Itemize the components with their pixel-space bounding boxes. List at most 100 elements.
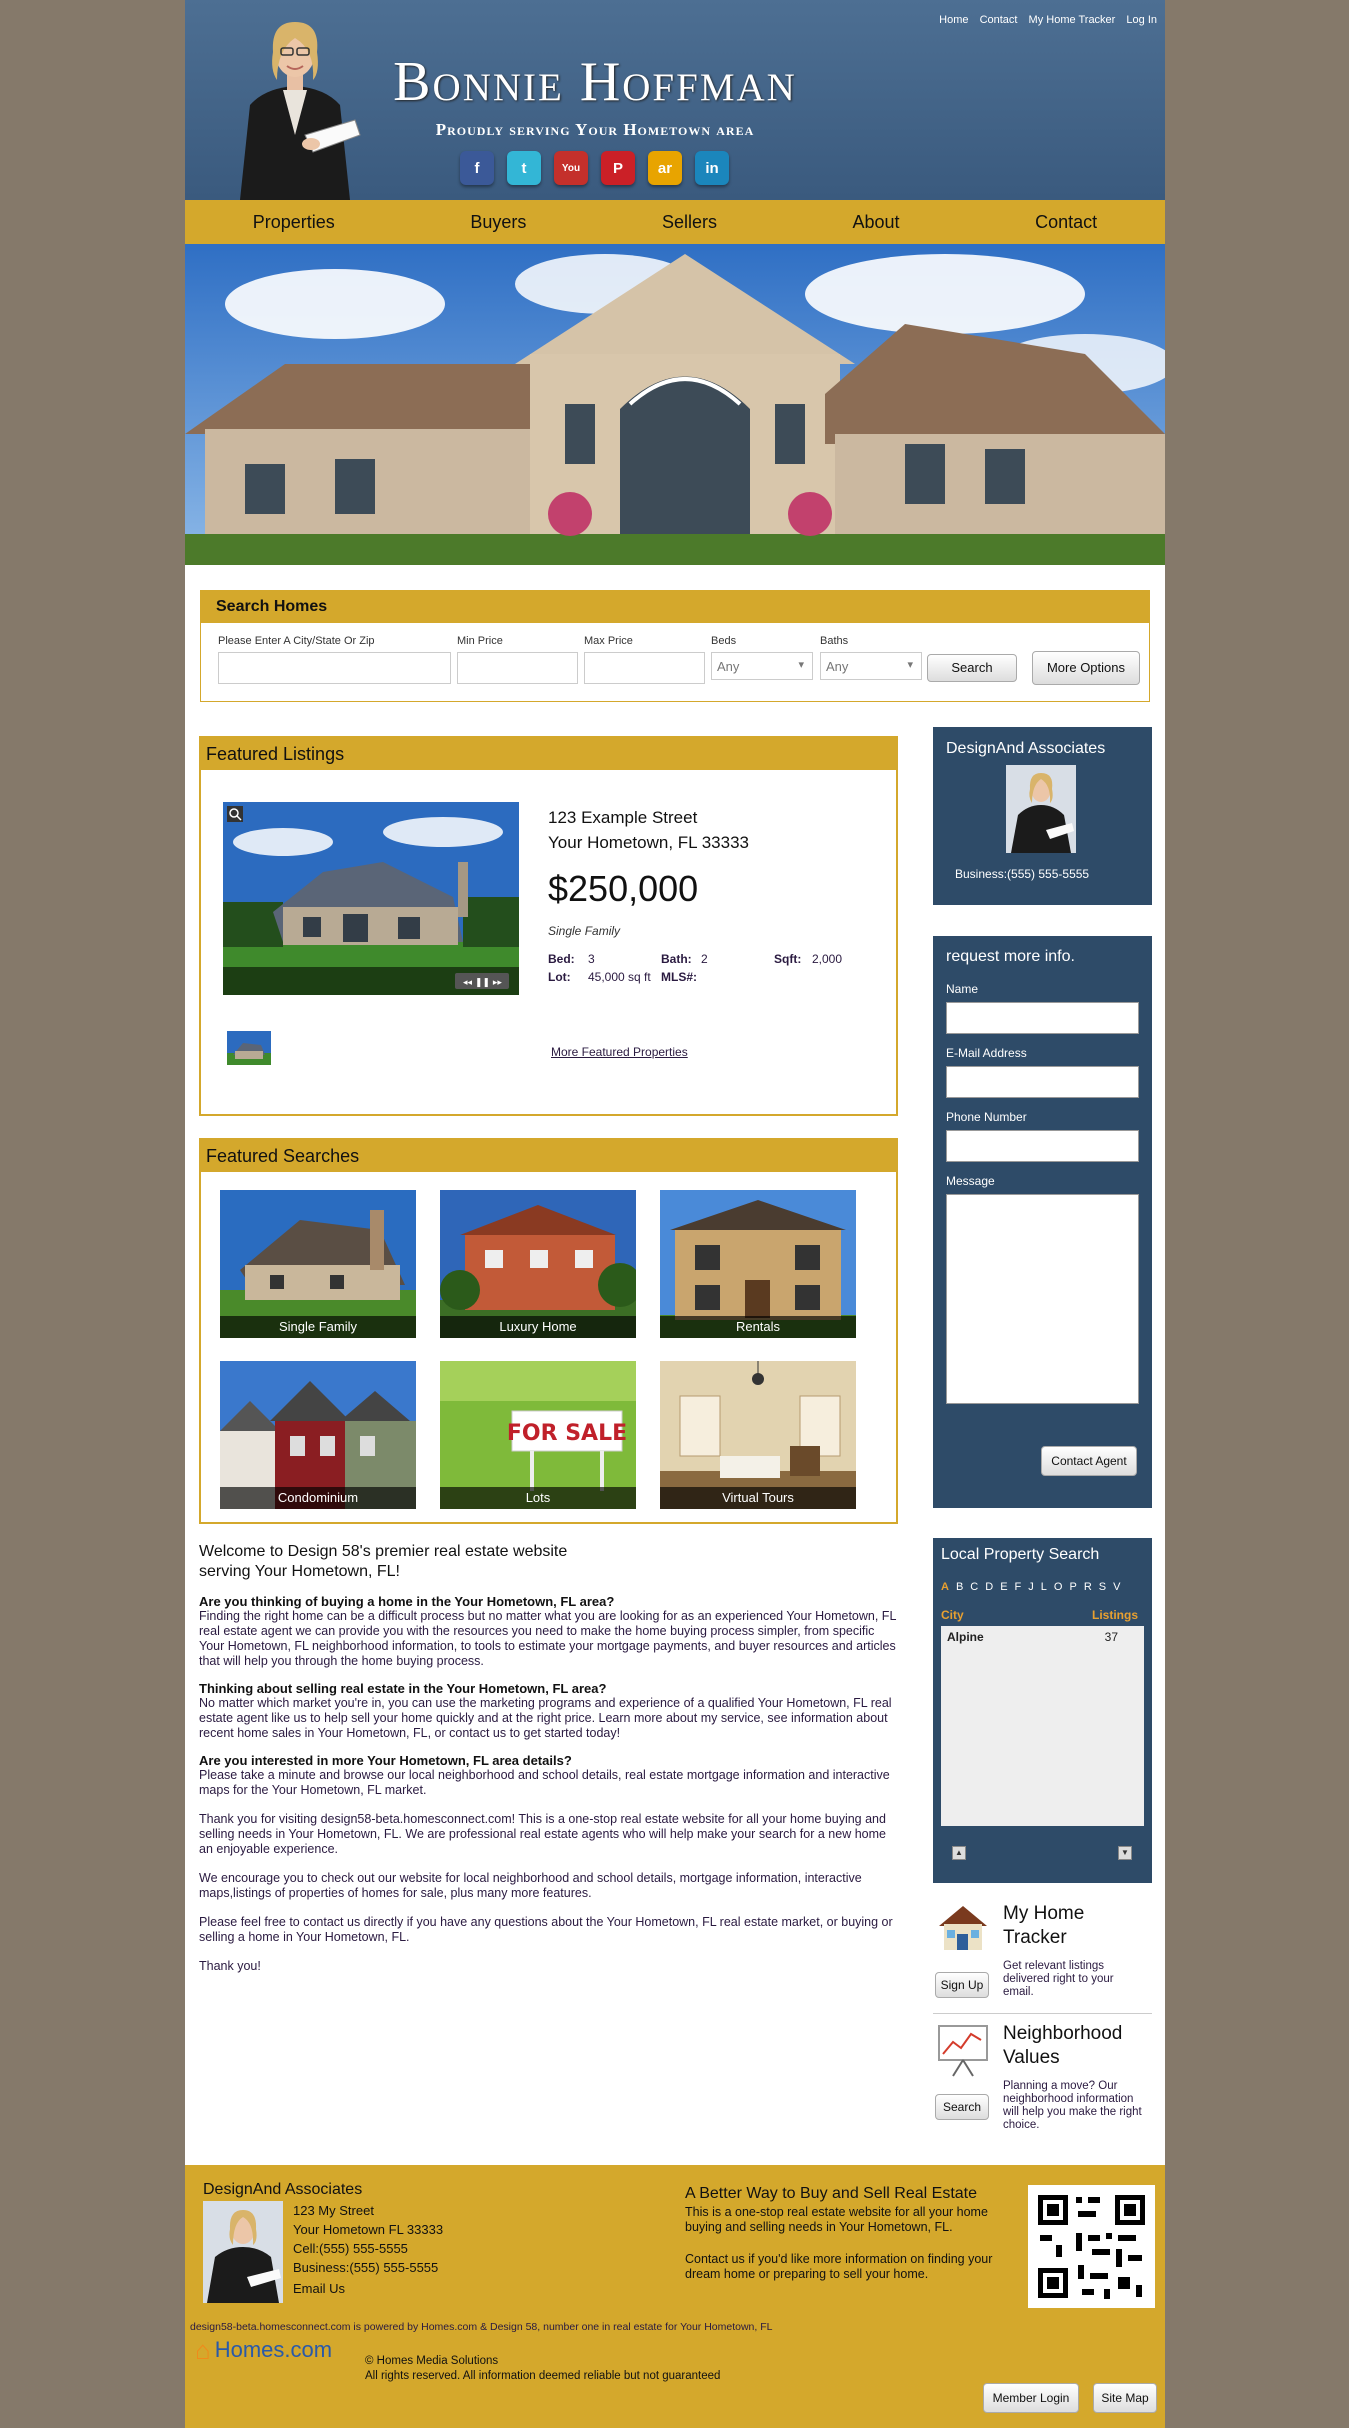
letter-s[interactable]: S (1099, 1581, 1106, 1593)
homes-com-logo[interactable]: ⌂ Homes.com (195, 2337, 332, 2363)
local-neighborhood-link[interactable]: local neighborhood (409, 1768, 515, 1782)
for-sale-sign: FOR SALE (507, 1421, 627, 1446)
search-tile-single-family[interactable]: Single Family (220, 1190, 416, 1338)
scroll-up-icon[interactable]: ▲ (952, 1846, 966, 1860)
activerain-icon[interactable]: ar (648, 151, 682, 185)
search-tile-virtual-tours[interactable]: Virtual Tours (660, 1361, 856, 1509)
member-login-button[interactable]: Member Login (983, 2383, 1079, 2413)
buyer-resources-link[interactable]: buyer resources and articles (739, 1639, 896, 1653)
search-tile-condominium[interactable]: Condominium (220, 1361, 416, 1509)
featured-listings-panel: Featured Listings ◂◂ ❚❚ ▸▸ 1 of 1 photos (199, 736, 898, 1116)
chart-easel-icon (938, 2025, 988, 2077)
letter-a[interactable]: A (941, 1581, 949, 1593)
footer-street: 123 My Street (293, 2203, 374, 2218)
search-tile-lots[interactable]: FOR SALE Lots (440, 1361, 636, 1509)
city-input[interactable] (218, 652, 451, 684)
mortgage-payments-link[interactable]: your mortgage payments (569, 1639, 707, 1653)
letter-l[interactable]: L (1041, 1581, 1047, 1593)
facebook-icon[interactable]: f (460, 151, 494, 185)
photo-count: 1 of 1 photos (229, 1003, 287, 1014)
letter-d[interactable]: D (985, 1581, 993, 1593)
svg-text:◂◂ ❚❚ ▸▸: ◂◂ ❚❚ ▸▸ (463, 978, 502, 988)
listing-photo[interactable]: ◂◂ ❚❚ ▸▸ (223, 802, 519, 995)
about-service-link[interactable]: about my service (666, 1711, 760, 1725)
copyright: © Homes Media Solutions (365, 2355, 499, 2367)
nav-sellers[interactable]: Sellers (662, 212, 717, 233)
featured-listings-title: Featured Listings (201, 738, 896, 770)
thank-you-paragraph: Thank you for visiting design58-beta.hom… (199, 1812, 886, 1856)
city-column-header: City (941, 1608, 964, 1622)
footer-para-2: Contact us if you'd like more informatio… (685, 2252, 993, 2281)
scroll-down-icon[interactable]: ▼ (1118, 1846, 1132, 1860)
youtube-icon[interactable]: You (554, 151, 588, 185)
letter-j[interactable]: J (1028, 1581, 1034, 1593)
letter-v[interactable]: V (1113, 1581, 1120, 1593)
search-tile-luxury-home[interactable]: Luxury Home (440, 1190, 642, 1338)
letter-e[interactable]: E (1000, 1581, 1007, 1593)
more-options-button[interactable]: More Options (1032, 651, 1140, 685)
max-price-input[interactable] (584, 652, 705, 684)
more-featured-link[interactable]: More Featured Properties (551, 1045, 688, 1059)
nav-contact[interactable]: Contact (1035, 212, 1097, 233)
buying-paragraph: Finding the right home can be a difficul… (199, 1609, 896, 1668)
linkedin-icon[interactable]: in (695, 151, 729, 185)
phone-input[interactable] (946, 1130, 1139, 1162)
footer-email-link[interactable]: Email Us (293, 2279, 443, 2298)
baths-select[interactable]: Any (820, 652, 922, 680)
local-search-title: Local Property Search (941, 1546, 1100, 1563)
site-title[interactable]: Bonnie Hoffman (350, 50, 840, 114)
real-estate-agents-link[interactable]: real estate agents (520, 1827, 619, 1841)
nav-buyers[interactable]: Buyers (470, 212, 526, 233)
letter-b[interactable]: B (956, 1581, 963, 1593)
site-map-button[interactable]: Site Map (1093, 2383, 1157, 2413)
homes-logo-icon: ⌂ (195, 2335, 211, 2365)
featured-searches-title: Featured Searches (201, 1140, 896, 1172)
name-input[interactable] (946, 1002, 1139, 1034)
list-item[interactable]: Alpine 37 (941, 1626, 1144, 1644)
footer-business: Business:(555) 555-5555 (293, 2260, 439, 2275)
nav-about[interactable]: About (853, 212, 900, 233)
search-homes-panel: Search Homes Please Enter A City/State O… (200, 590, 1150, 702)
contact-us-link[interactable]: contact us to get started today (449, 1726, 616, 1740)
letter-c[interactable]: C (970, 1581, 978, 1593)
letter-o[interactable]: O (1054, 1581, 1063, 1593)
footer-agent-photo (203, 2201, 283, 2303)
listing-address-2: Your Hometown, FL 33333 (548, 833, 749, 852)
letter-p[interactable]: P (1069, 1581, 1076, 1593)
neighborhood-search-button[interactable]: Search (935, 2094, 989, 2120)
area-details-question: Are you interested in more Your Hometown… (199, 1753, 572, 1768)
listing-thumbnail[interactable] (227, 1031, 271, 1065)
sign-up-button[interactable]: Sign Up (935, 1972, 989, 1998)
top-link-home[interactable]: Home (939, 14, 968, 26)
letter-f[interactable]: F (1015, 1581, 1022, 1593)
agent-business-phone: Business:(555) 555-5555 (955, 867, 1090, 881)
search-homes-title: Search Homes (201, 591, 1149, 623)
letter-r[interactable]: R (1084, 1581, 1092, 1593)
pinterest-icon[interactable]: P (601, 151, 635, 185)
listing-address-1[interactable]: 123 Example Street (548, 808, 697, 828)
home-tracker-title[interactable]: My Home Tracker (1003, 1902, 1143, 1950)
top-link-home-tracker[interactable]: My Home Tracker (1029, 14, 1116, 26)
min-price-label: Min Price (457, 635, 503, 647)
contact-agent-button[interactable]: Contact Agent (1041, 1446, 1137, 1476)
email-input[interactable] (946, 1066, 1139, 1098)
message-textarea[interactable] (946, 1194, 1139, 1404)
top-link-login[interactable]: Log In (1126, 14, 1157, 26)
top-link-contact[interactable]: Contact (980, 14, 1018, 26)
home-tracker-widget: My Home Tracker Get relevant listings de… (933, 1900, 1152, 2010)
nav-properties[interactable]: Properties (253, 212, 335, 233)
twitter-icon[interactable]: t (507, 151, 541, 185)
neighborhood-values-title[interactable]: Neighborhood Values (1003, 2022, 1143, 2070)
beds-select[interactable]: Any (711, 652, 813, 680)
search-button[interactable]: Search (927, 654, 1017, 682)
footer-para-1: This is a one-stop real estate website f… (685, 2205, 988, 2234)
footer-address: 123 My Street Your Hometown FL 33333 Cel… (293, 2201, 443, 2298)
bed-value: 3 (588, 952, 595, 966)
listing-details: Bed: 3 Bath: 2 Sqft: 2,000 Lot: 45,000 s… (548, 952, 843, 984)
min-price-input[interactable] (457, 652, 578, 684)
main-nav: Properties Buyers Sellers About Contact (185, 200, 1165, 244)
qr-code[interactable] (1028, 2185, 1155, 2308)
search-tile-rentals[interactable]: Rentals (660, 1190, 856, 1338)
agent-photo (240, 22, 361, 200)
top-links: Home Contact My Home Tracker Log In (931, 14, 1157, 26)
